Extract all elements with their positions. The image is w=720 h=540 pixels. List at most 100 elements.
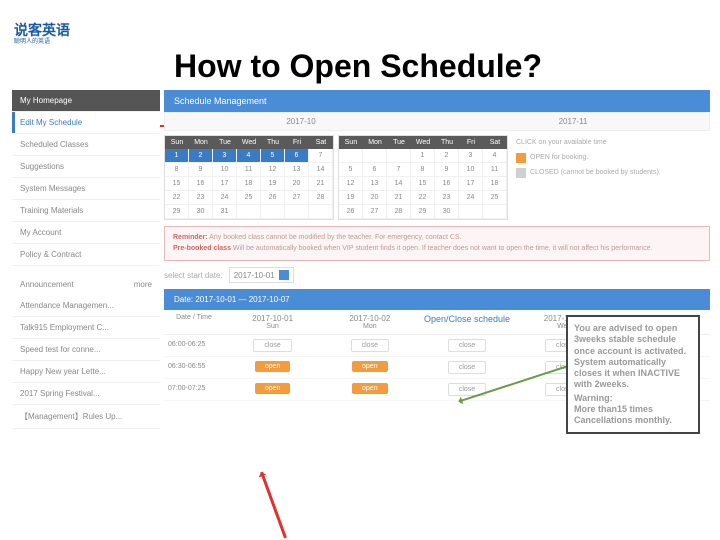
cal-day[interactable]: 6	[363, 163, 387, 177]
close-button[interactable]: close	[351, 339, 389, 352]
close-button[interactable]: close	[448, 361, 486, 374]
time-cell: 06:30-06:55	[164, 357, 224, 378]
cal-day	[237, 205, 261, 219]
cal-day[interactable]: 9	[189, 163, 213, 177]
cal-day[interactable]: 14	[309, 163, 333, 177]
cal-day[interactable]: 28	[309, 191, 333, 205]
cal-day[interactable]: 23	[435, 191, 459, 205]
cal-day[interactable]: 29	[165, 205, 189, 219]
cal-day-header: Fri	[285, 136, 309, 149]
announcement-more[interactable]: more	[134, 280, 152, 289]
cal-day[interactable]: 15	[165, 177, 189, 191]
cal-day[interactable]: 15	[411, 177, 435, 191]
cal-day[interactable]: 8	[411, 163, 435, 177]
open-button[interactable]: open	[352, 361, 388, 372]
cal-day[interactable]: 17	[459, 177, 483, 191]
cal-day[interactable]: 27	[285, 191, 309, 205]
cal-day[interactable]: 10	[459, 163, 483, 177]
cal-day[interactable]: 30	[435, 205, 459, 219]
cal-day[interactable]: 26	[339, 205, 363, 219]
cal-day[interactable]: 4	[237, 149, 261, 163]
cal-day[interactable]: 31	[213, 205, 237, 219]
cal-day[interactable]: 10	[213, 163, 237, 177]
schedule-cell: close	[321, 335, 418, 356]
cal-day[interactable]: 2	[435, 149, 459, 163]
announcement-item[interactable]: Happy New year Lette...	[12, 361, 160, 383]
content-header: Schedule Management	[164, 90, 710, 112]
cal-day[interactable]: 21	[309, 177, 333, 191]
open-button[interactable]: open	[352, 383, 388, 394]
cal-day[interactable]: 7	[387, 163, 411, 177]
cal-day[interactable]: 26	[261, 191, 285, 205]
cal-day[interactable]: 9	[435, 163, 459, 177]
legend-open: OPEN for booking.	[530, 152, 588, 163]
cal-day[interactable]: 22	[411, 191, 435, 205]
cal-day[interactable]: 3	[213, 149, 237, 163]
cal-day[interactable]: 27	[363, 205, 387, 219]
cal-day[interactable]: 16	[189, 177, 213, 191]
cal-day[interactable]: 29	[411, 205, 435, 219]
announcement-item[interactable]: 【Management】Rules Up...	[12, 405, 160, 429]
cal-day[interactable]: 20	[285, 177, 309, 191]
announcement-item[interactable]: Talk915 Employment C...	[12, 317, 160, 339]
cal-day[interactable]: 1	[165, 149, 189, 163]
cal-day[interactable]: 18	[483, 177, 507, 191]
cal-day[interactable]: 2	[189, 149, 213, 163]
cal-day[interactable]: 13	[363, 177, 387, 191]
month-1[interactable]: 2017-10	[165, 113, 437, 130]
cal-day[interactable]: 3	[459, 149, 483, 163]
logo-sub: 聪明人的英语	[14, 36, 50, 45]
close-button[interactable]: close	[253, 339, 291, 352]
open-button[interactable]: open	[255, 361, 291, 372]
cal-day[interactable]: 11	[483, 163, 507, 177]
cal-day[interactable]: 25	[483, 191, 507, 205]
cal-day[interactable]: 25	[237, 191, 261, 205]
cal-day[interactable]: 5	[339, 163, 363, 177]
cal-day[interactable]: 30	[189, 205, 213, 219]
cal-day[interactable]: 12	[261, 163, 285, 177]
cal-day[interactable]: 22	[165, 191, 189, 205]
calendar-icon[interactable]	[279, 270, 289, 280]
cal-day[interactable]: 20	[363, 191, 387, 205]
sidebar-item[interactable]: My Account	[12, 222, 160, 244]
cal-day	[339, 149, 363, 163]
cal-day[interactable]: 14	[387, 177, 411, 191]
announcement-item[interactable]: 2017 Spring Festival...	[12, 383, 160, 405]
sidebar-item[interactable]: Policy & Contract	[12, 244, 160, 266]
cal-day[interactable]: 16	[435, 177, 459, 191]
cal-day[interactable]: 4	[483, 149, 507, 163]
cal-day[interactable]: 17	[213, 177, 237, 191]
cal-day[interactable]: 23	[189, 191, 213, 205]
sidebar-item[interactable]: Edit My Schedule	[12, 112, 160, 134]
close-button[interactable]: close	[448, 339, 486, 352]
cal-day	[285, 205, 309, 219]
cal-day-header: Fri	[459, 136, 483, 149]
sidebar-item[interactable]: Suggestions	[12, 156, 160, 178]
cal-day[interactable]: 13	[285, 163, 309, 177]
cal-day[interactable]: 19	[339, 191, 363, 205]
cal-day[interactable]: 19	[261, 177, 285, 191]
sidebar-item[interactable]: My Homepage	[12, 90, 160, 112]
cal-day[interactable]: 5	[261, 149, 285, 163]
start-date-input[interactable]: 2017-10-01	[229, 267, 294, 283]
cal-day[interactable]: 28	[387, 205, 411, 219]
cal-day[interactable]: 18	[237, 177, 261, 191]
cal-day[interactable]: 7	[309, 149, 333, 163]
cal-day	[459, 205, 483, 219]
cal-day[interactable]: 11	[237, 163, 261, 177]
sidebar-item[interactable]: System Messages	[12, 178, 160, 200]
cal-day[interactable]: 12	[339, 177, 363, 191]
cal-day[interactable]: 24	[213, 191, 237, 205]
month-2[interactable]: 2017-11	[437, 113, 709, 130]
cal-day[interactable]: 24	[459, 191, 483, 205]
cal-day[interactable]: 21	[387, 191, 411, 205]
announcement-item[interactable]: Attendance Managemen...	[12, 295, 160, 317]
open-button[interactable]: open	[255, 383, 291, 394]
cal-day[interactable]: 8	[165, 163, 189, 177]
cal-day[interactable]: 1	[411, 149, 435, 163]
cal-day[interactable]: 6	[285, 149, 309, 163]
announcement-item[interactable]: Speed test for conne...	[12, 339, 160, 361]
sidebar-item[interactable]: Training Materials	[12, 200, 160, 222]
legend-closed: CLOSED (cannot be booked by students).	[530, 167, 661, 178]
sidebar-item[interactable]: Scheduled Classes	[12, 134, 160, 156]
